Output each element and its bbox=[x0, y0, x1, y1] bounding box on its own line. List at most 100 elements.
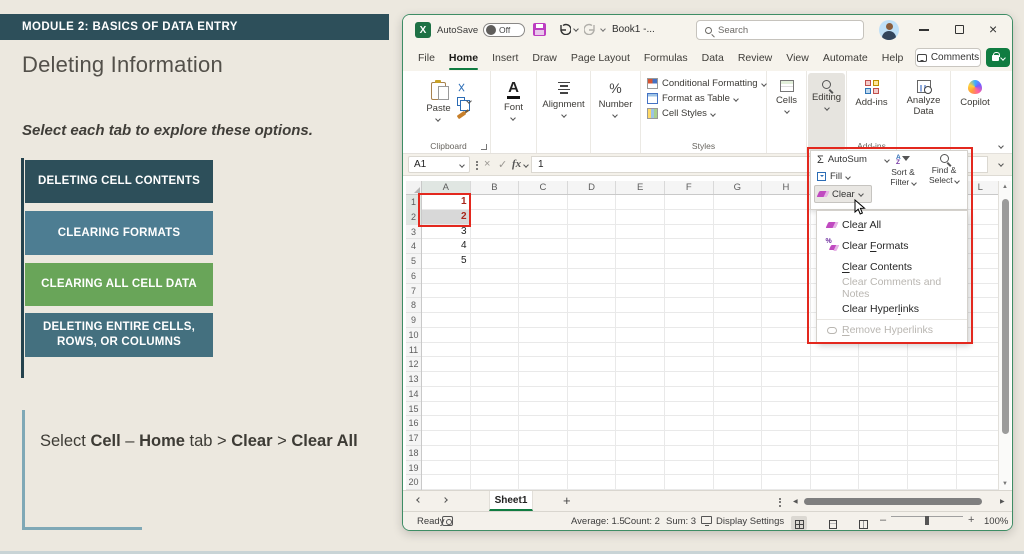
cell-D19[interactable] bbox=[568, 461, 617, 476]
cell-I20[interactable] bbox=[811, 475, 860, 490]
cell-A16[interactable] bbox=[422, 416, 471, 431]
format-as-table-button[interactable]: Format as Table bbox=[641, 91, 766, 106]
cell-B12[interactable] bbox=[471, 357, 520, 372]
cells-button[interactable]: Cells bbox=[776, 80, 797, 113]
cell-B17[interactable] bbox=[471, 431, 520, 446]
cell-H19[interactable] bbox=[762, 461, 811, 476]
cell-H4[interactable] bbox=[762, 239, 811, 254]
cell-B19[interactable] bbox=[471, 461, 520, 476]
analyze-data-button[interactable]: Analyze Data bbox=[907, 80, 941, 117]
cell-H9[interactable] bbox=[762, 313, 811, 328]
scroll-left-icon[interactable]: ◀ bbox=[793, 498, 798, 505]
cell-E20[interactable] bbox=[616, 475, 665, 490]
cell-D12[interactable] bbox=[568, 357, 617, 372]
cell-D9[interactable] bbox=[568, 313, 617, 328]
cell-G14[interactable] bbox=[714, 387, 763, 402]
cell-F15[interactable] bbox=[665, 402, 714, 417]
cell-K18[interactable] bbox=[908, 446, 957, 461]
cell-I17[interactable] bbox=[811, 431, 860, 446]
cell-H15[interactable] bbox=[762, 402, 811, 417]
cell-A4[interactable]: 4 bbox=[422, 239, 471, 254]
cell-F14[interactable] bbox=[665, 387, 714, 402]
menu-item-clear-contents[interactable]: Clear Contents bbox=[817, 256, 967, 277]
cell-D17[interactable] bbox=[568, 431, 617, 446]
cell-K20[interactable] bbox=[908, 475, 957, 490]
cell-B4[interactable] bbox=[471, 239, 520, 254]
redo-button[interactable] bbox=[584, 22, 597, 35]
column-header-B[interactable]: B bbox=[471, 181, 520, 194]
ribbon-tab-help[interactable]: Help bbox=[875, 45, 911, 71]
cell-E19[interactable] bbox=[616, 461, 665, 476]
cell-C18[interactable] bbox=[519, 446, 568, 461]
cell-H2[interactable] bbox=[762, 210, 811, 225]
row-header-15[interactable]: 15 bbox=[406, 402, 421, 417]
menu-item-clear-all[interactable]: Clear All bbox=[817, 214, 967, 235]
cell-G20[interactable] bbox=[714, 475, 763, 490]
cell-E17[interactable] bbox=[616, 431, 665, 446]
avatar[interactable] bbox=[879, 20, 899, 40]
addins-button[interactable]: Add-ins bbox=[855, 80, 887, 108]
ribbon-tab-insert[interactable]: Insert bbox=[485, 45, 525, 71]
cell-G8[interactable] bbox=[714, 298, 763, 313]
cell-E10[interactable] bbox=[616, 328, 665, 343]
expand-formula-bar-icon[interactable] bbox=[998, 161, 1004, 167]
cell-D7[interactable] bbox=[568, 284, 617, 299]
cell-E2[interactable] bbox=[616, 210, 665, 225]
new-sheet-button[interactable]: + bbox=[563, 493, 571, 508]
cell-G6[interactable] bbox=[714, 269, 763, 284]
cell-E8[interactable] bbox=[616, 298, 665, 313]
cell-C11[interactable] bbox=[519, 343, 568, 358]
row-header-9[interactable]: 9 bbox=[406, 313, 421, 328]
cell-E14[interactable] bbox=[616, 387, 665, 402]
tab-deleting-cell-contents[interactable]: DELETING CELL CONTENTS bbox=[25, 160, 213, 203]
cell-H17[interactable] bbox=[762, 431, 811, 446]
cell-C17[interactable] bbox=[519, 431, 568, 446]
cell-A10[interactable] bbox=[422, 328, 471, 343]
cell-E18[interactable] bbox=[616, 446, 665, 461]
cell-E12[interactable] bbox=[616, 357, 665, 372]
cell-F7[interactable] bbox=[665, 284, 714, 299]
cell-C8[interactable] bbox=[519, 298, 568, 313]
cell-E13[interactable] bbox=[616, 372, 665, 387]
cell-F19[interactable] bbox=[665, 461, 714, 476]
column-header-H[interactable]: H bbox=[762, 181, 811, 194]
row-header-8[interactable]: 8 bbox=[406, 298, 421, 313]
cell-L12[interactable] bbox=[957, 357, 1000, 372]
tab-clearing-formats[interactable]: CLEARING FORMATS bbox=[25, 211, 213, 255]
display-settings-label[interactable]: Display Settings bbox=[716, 516, 784, 527]
cell-D11[interactable] bbox=[568, 343, 617, 358]
zoom-level[interactable]: 100% bbox=[984, 516, 1008, 527]
cell-G10[interactable] bbox=[714, 328, 763, 343]
copilot-button[interactable]: Copilot bbox=[960, 80, 990, 108]
page-break-view-button[interactable] bbox=[855, 516, 871, 530]
scroll-down-icon[interactable]: ▼ bbox=[1002, 481, 1008, 487]
cell-F20[interactable] bbox=[665, 475, 714, 490]
cell-A5[interactable]: 5 bbox=[422, 254, 471, 269]
normal-view-button[interactable] bbox=[791, 516, 807, 530]
ribbon-tab-formulas[interactable]: Formulas bbox=[637, 45, 695, 71]
quick-access-toolbar-icon[interactable] bbox=[600, 26, 606, 32]
cell-I15[interactable] bbox=[811, 402, 860, 417]
cell-G5[interactable] bbox=[714, 254, 763, 269]
ribbon-tab-automate[interactable]: Automate bbox=[816, 45, 875, 71]
cell-J11[interactable] bbox=[859, 343, 908, 358]
row-header-10[interactable]: 10 bbox=[406, 328, 421, 343]
cell-L15[interactable] bbox=[957, 402, 1000, 417]
cell-D14[interactable] bbox=[568, 387, 617, 402]
cell-J12[interactable] bbox=[859, 357, 908, 372]
enter-button[interactable]: ✓ bbox=[498, 158, 507, 171]
cell-C4[interactable] bbox=[519, 239, 568, 254]
cell-G11[interactable] bbox=[714, 343, 763, 358]
cell-D6[interactable] bbox=[568, 269, 617, 284]
cell-D3[interactable] bbox=[568, 225, 617, 240]
conditional-formatting-button[interactable]: Conditional Formatting bbox=[641, 76, 766, 91]
scroll-right-icon[interactable]: ▶ bbox=[1000, 498, 1005, 505]
cell-A17[interactable] bbox=[422, 431, 471, 446]
row-header-11[interactable]: 11 bbox=[406, 343, 421, 358]
ribbon-tab-home[interactable]: Home bbox=[442, 45, 485, 71]
cell-J16[interactable] bbox=[859, 416, 908, 431]
cell-B3[interactable] bbox=[471, 225, 520, 240]
vertical-scrollbar[interactable]: ▲ ▼ bbox=[998, 181, 1011, 490]
cell-D16[interactable] bbox=[568, 416, 617, 431]
row-header-19[interactable]: 19 bbox=[406, 461, 421, 476]
